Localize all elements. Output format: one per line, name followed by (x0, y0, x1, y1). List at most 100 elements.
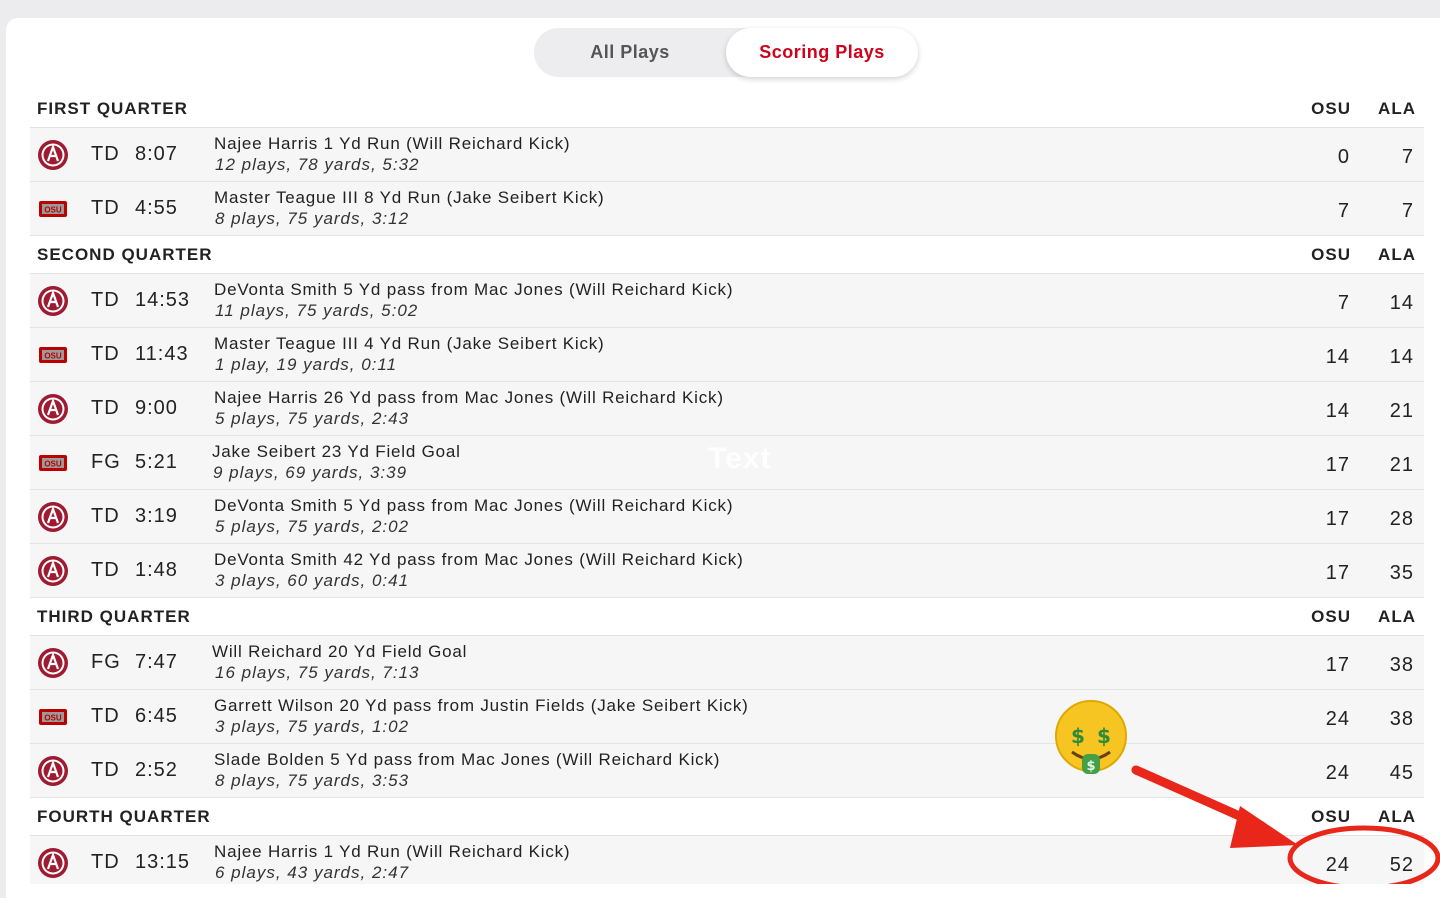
play-description: DeVonta Smith 42 Yd pass from Mac Jones … (214, 550, 744, 569)
play-time: 9:00 (135, 397, 178, 419)
play-time: 11:43 (135, 343, 189, 365)
play-description: DeVonta Smith 5 Yd pass from Mac Jones (… (214, 280, 734, 299)
svg-text:OSU: OSU (44, 352, 62, 361)
drive-summary: 5 plays, 75 yards, 2:43 (215, 409, 410, 428)
osu-score: 24 (1325, 762, 1350, 784)
play-row[interactable]: TD 14:53 DeVonta Smith 5 Yd pass from Ma… (30, 274, 1424, 328)
ohio-state-logo-icon: OSU (39, 455, 67, 471)
play-row[interactable]: TD 1:48 DeVonta Smith 42 Yd pass from Ma… (30, 544, 1424, 598)
play-row[interactable]: FG 7:47 Will Reichard 20 Yd Field Goal 1… (30, 636, 1424, 690)
osu-score: 14 (1325, 400, 1350, 422)
quarter-title: SECOND QUARTER (37, 245, 213, 264)
play-description: Master Teague III 4 Yd Run (Jake Seibert… (214, 334, 605, 353)
ala-column-label: ALA (1378, 807, 1416, 826)
alabama-logo-icon (38, 140, 68, 170)
quarter-title: FOURTH QUARTER (37, 807, 211, 826)
drive-summary: 5 plays, 75 yards, 2:02 (215, 517, 410, 536)
osu-column-label: OSU (1311, 607, 1351, 626)
play-type: TD (91, 197, 120, 219)
ohio-state-logo-icon: OSU (39, 347, 67, 363)
drive-summary: 8 plays, 75 yards, 3:53 (215, 771, 410, 790)
drive-summary: 12 plays, 78 yards, 5:32 (215, 155, 420, 174)
alabama-logo-icon (38, 286, 68, 316)
play-description: Master Teague III 8 Yd Run (Jake Seibert… (214, 188, 605, 207)
drive-summary: 8 plays, 75 yards, 3:12 (215, 209, 410, 228)
ohio-state-logo-icon: OSU (39, 709, 67, 725)
ala-score: 52 (1389, 854, 1414, 876)
play-type: FG (91, 651, 121, 673)
quarter-title: FIRST QUARTER (37, 99, 188, 118)
osu-score: 24 (1325, 854, 1350, 876)
play-row[interactable]: OSU TD 11:43 Master Teague III 4 Yd Run … (30, 328, 1424, 382)
play-time: 4:55 (135, 197, 178, 219)
osu-score: 17 (1325, 562, 1350, 584)
play-time: 1:48 (135, 559, 178, 581)
play-type: TD (91, 759, 120, 781)
ohio-state-logo-icon: OSU (39, 201, 67, 217)
ala-column-label: ALA (1378, 99, 1416, 118)
play-type: FG (91, 451, 121, 473)
alabama-logo-icon (38, 648, 68, 678)
play-description: Slade Bolden 5 Yd pass from Mac Jones (W… (214, 750, 721, 769)
play-time: 8:07 (135, 143, 178, 165)
drive-summary: 3 plays, 75 yards, 1:02 (215, 717, 410, 736)
svg-text:OSU: OSU (44, 714, 62, 723)
play-row[interactable]: TD 13:15 Najee Harris 1 Yd Run (Will Rei… (30, 836, 1424, 884)
ala-score: 14 (1389, 292, 1414, 314)
quarter-header: THIRD QUARTER OSU ALA (30, 597, 1424, 636)
osu-score: 17 (1325, 654, 1350, 676)
play-time: 5:21 (135, 451, 178, 473)
play-type: TD (91, 705, 120, 727)
ala-score: 7 (1401, 146, 1414, 168)
play-row[interactable]: OSU TD 6:45 Garrett Wilson 20 Yd pass fr… (30, 690, 1424, 744)
drive-summary: 11 plays, 75 yards, 5:02 (215, 301, 419, 320)
play-row[interactable]: OSU TD 4:55 Master Teague III 8 Yd Run (… (30, 182, 1424, 236)
ala-score: 7 (1401, 200, 1414, 222)
ala-score: 38 (1389, 708, 1414, 730)
play-description: Najee Harris 1 Yd Run (Will Reichard Kic… (214, 134, 571, 153)
play-time: 7:47 (135, 651, 178, 673)
play-type: TD (91, 343, 120, 365)
play-row[interactable]: TD 3:19 DeVonta Smith 5 Yd pass from Mac… (30, 490, 1424, 544)
play-description: Garrett Wilson 20 Yd pass from Justin Fi… (214, 696, 749, 715)
osu-score: 17 (1325, 508, 1350, 530)
ala-score: 28 (1389, 508, 1414, 530)
tab-scoring-plays[interactable]: Scoring Plays (726, 28, 918, 77)
osu-column-label: OSU (1311, 99, 1351, 118)
text-watermark: Text (708, 442, 772, 475)
ala-score: 14 (1389, 346, 1414, 368)
play-description: Najee Harris 26 Yd pass from Mac Jones (… (214, 388, 724, 407)
alabama-logo-icon (38, 756, 68, 786)
alabama-logo-icon (38, 394, 68, 424)
osu-column-label: OSU (1311, 807, 1351, 826)
alabama-logo-icon (38, 502, 68, 532)
ala-score: 35 (1389, 562, 1414, 584)
play-type: TD (91, 397, 120, 419)
tab-all-plays[interactable]: All Plays (534, 28, 726, 77)
drive-summary: 6 plays, 43 yards, 2:47 (215, 863, 410, 882)
drive-summary: 16 plays, 75 yards, 7:13 (215, 663, 420, 682)
play-time: 2:52 (135, 759, 178, 781)
osu-score: 0 (1337, 146, 1350, 168)
quarter-header: FIRST QUARTER OSU ALA (30, 89, 1424, 128)
play-description: DeVonta Smith 5 Yd pass from Mac Jones (… (214, 496, 734, 515)
play-time: 13:15 (135, 851, 191, 873)
ala-column-label: ALA (1378, 607, 1416, 626)
play-row[interactable]: TD 8:07 Najee Harris 1 Yd Run (Will Reic… (30, 128, 1424, 182)
osu-score: 24 (1325, 708, 1350, 730)
ala-score: 21 (1389, 400, 1414, 422)
play-time: 14:53 (135, 289, 191, 311)
osu-score: 7 (1337, 200, 1350, 222)
ala-column-label: ALA (1378, 245, 1416, 264)
play-time: 3:19 (135, 505, 178, 527)
osu-score: 17 (1325, 454, 1350, 476)
drive-summary: 9 plays, 69 yards, 3:39 (213, 463, 408, 482)
drive-summary: 1 play, 19 yards, 0:11 (215, 355, 398, 374)
quarter-header: SECOND QUARTER OSU ALA (30, 235, 1424, 274)
play-row[interactable]: TD 9:00 Najee Harris 26 Yd pass from Mac… (30, 382, 1424, 436)
osu-column-label: OSU (1311, 245, 1351, 264)
play-row[interactable]: TD 2:52 Slade Bolden 5 Yd pass from Mac … (30, 744, 1424, 798)
play-type: TD (91, 851, 120, 873)
quarter-header: FOURTH QUARTER OSU ALA (30, 797, 1424, 836)
alabama-logo-icon (38, 556, 68, 586)
